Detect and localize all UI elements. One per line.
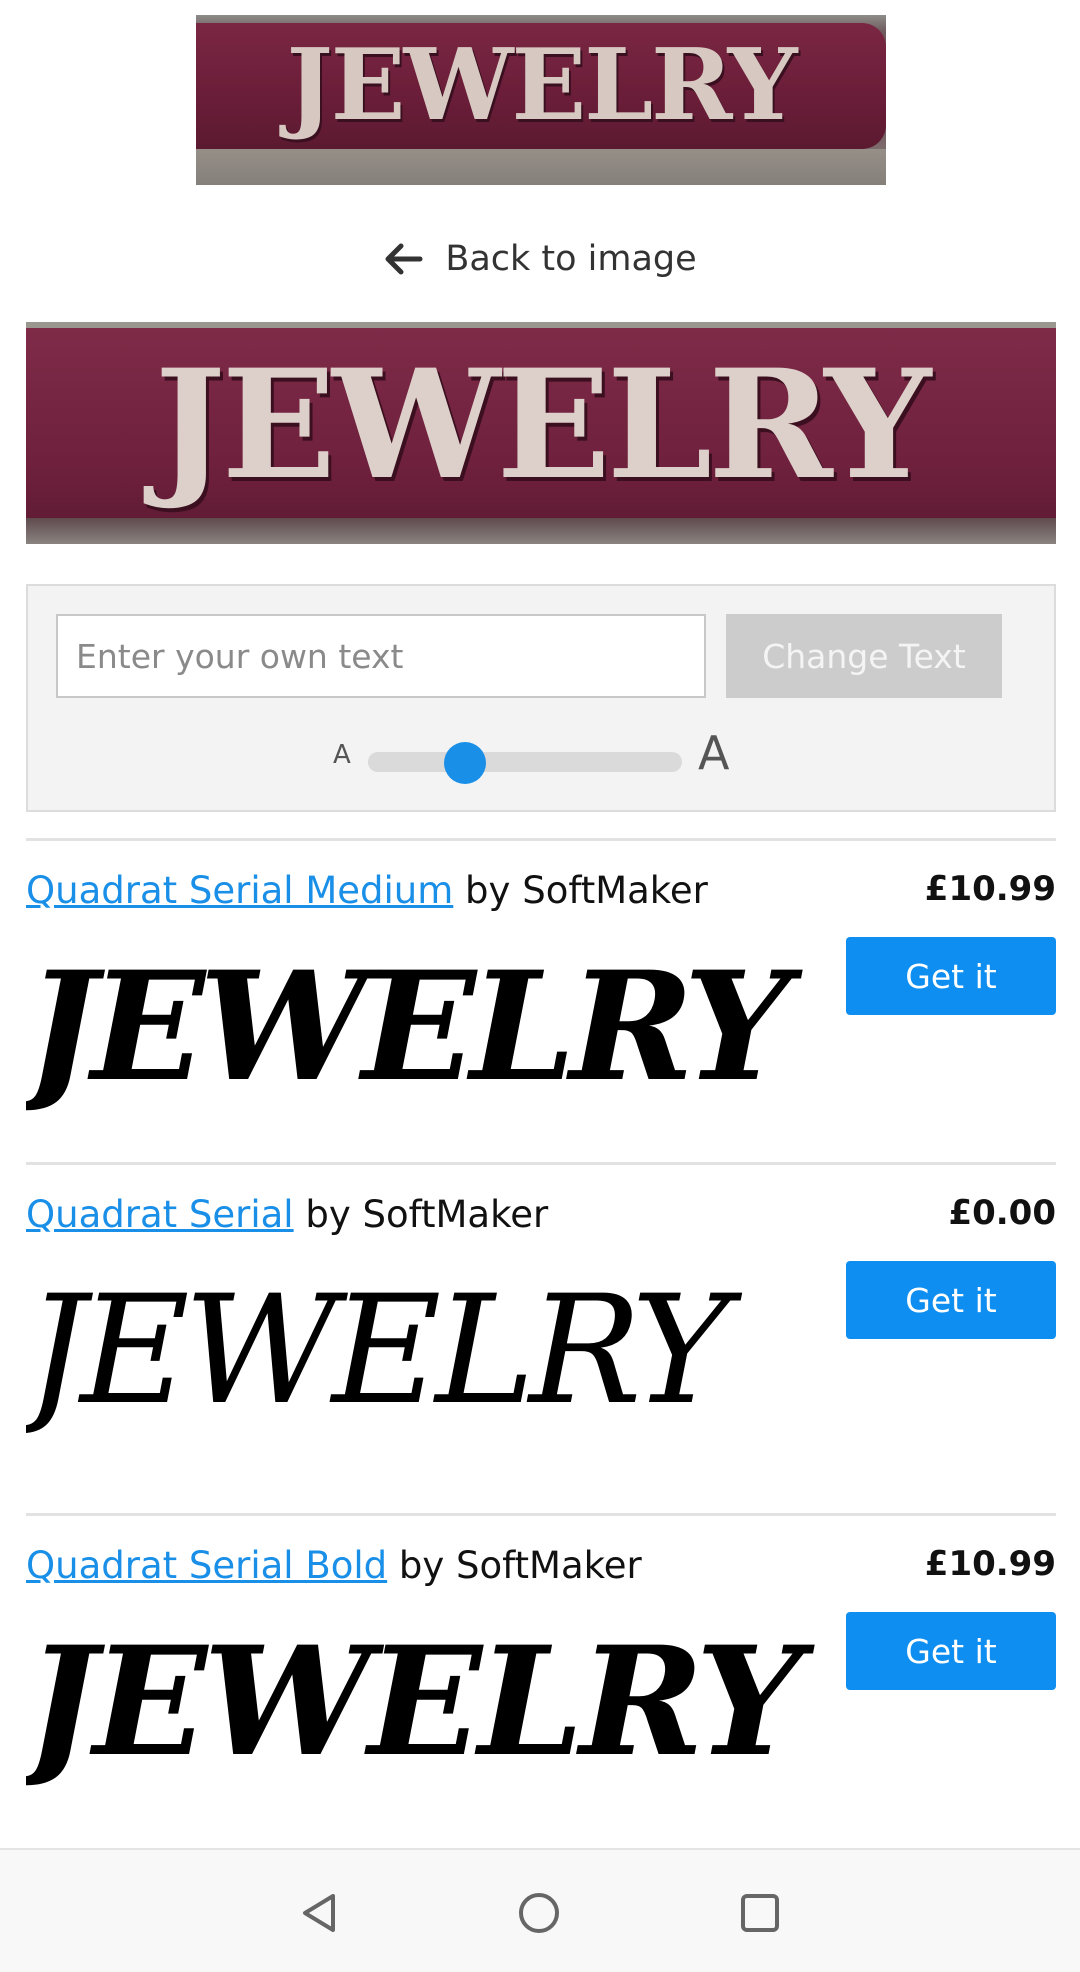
text-controls-panel: Change Text A A — [26, 584, 1056, 812]
crop-sign-text: JEWELRY — [154, 337, 932, 513]
font-price: £0.00 — [948, 1193, 1056, 1233]
get-it-button[interactable]: Get it — [846, 1612, 1056, 1690]
change-text-button[interactable]: Change Text — [726, 614, 1002, 698]
font-result: Quadrat Serial Bold by SoftMaker £10.99 … — [26, 1513, 1056, 1848]
arrow-left-icon — [385, 243, 423, 275]
font-name-link[interactable]: Quadrat Serial Bold — [26, 1544, 387, 1587]
size-small-label: A — [333, 740, 351, 770]
size-large-label: A — [698, 726, 730, 780]
font-author: by SoftMaker — [453, 869, 708, 912]
font-name-link[interactable]: Quadrat Serial Medium — [26, 869, 453, 912]
font-result: Quadrat Serial by SoftMaker £0.00 JEWELR… — [26, 1162, 1056, 1512]
crop-bottom-edge — [26, 518, 1056, 544]
system-navigation-bar — [0, 1848, 1080, 1972]
font-sample-preview[interactable]: JEWELRY — [26, 937, 834, 1117]
font-sample-preview[interactable]: JEWELRY — [26, 1612, 834, 1792]
home-circle-icon[interactable] — [514, 1888, 564, 1938]
font-author: by SoftMaker — [387, 1544, 642, 1587]
font-price: £10.99 — [924, 1544, 1056, 1584]
font-result-title: Quadrat Serial Medium by SoftMaker — [26, 869, 708, 912]
font-author: by SoftMaker — [293, 1193, 549, 1236]
recents-square-icon[interactable] — [735, 1888, 785, 1938]
font-sample-preview[interactable]: JEWELRY — [26, 1261, 834, 1441]
size-slider[interactable] — [368, 742, 682, 784]
font-result-title: Quadrat Serial Bold by SoftMaker — [26, 1544, 642, 1587]
get-it-button[interactable]: Get it — [846, 937, 1056, 1015]
back-to-image-link[interactable]: Back to image — [0, 232, 1080, 286]
custom-text-input[interactable] — [56, 614, 706, 698]
size-slider-row: A A — [28, 726, 1058, 796]
font-price: £10.99 — [924, 869, 1056, 909]
back-link-label: Back to image — [445, 239, 697, 279]
get-it-button[interactable]: Get it — [846, 1261, 1056, 1339]
font-name-link[interactable]: Quadrat Serial — [26, 1193, 294, 1236]
size-slider-handle[interactable] — [444, 742, 487, 784]
back-triangle-icon[interactable] — [295, 1888, 345, 1938]
sign-text: JEWELRY — [286, 28, 797, 143]
font-result-title: Quadrat Serial by SoftMaker — [26, 1193, 548, 1236]
source-image-thumbnail[interactable]: JEWELRY — [196, 15, 886, 185]
cropped-text-image: JEWELRY — [26, 322, 1056, 544]
sign-wall — [196, 149, 886, 185]
font-result: Quadrat Serial Medium by SoftMaker £10.9… — [26, 838, 1056, 1188]
